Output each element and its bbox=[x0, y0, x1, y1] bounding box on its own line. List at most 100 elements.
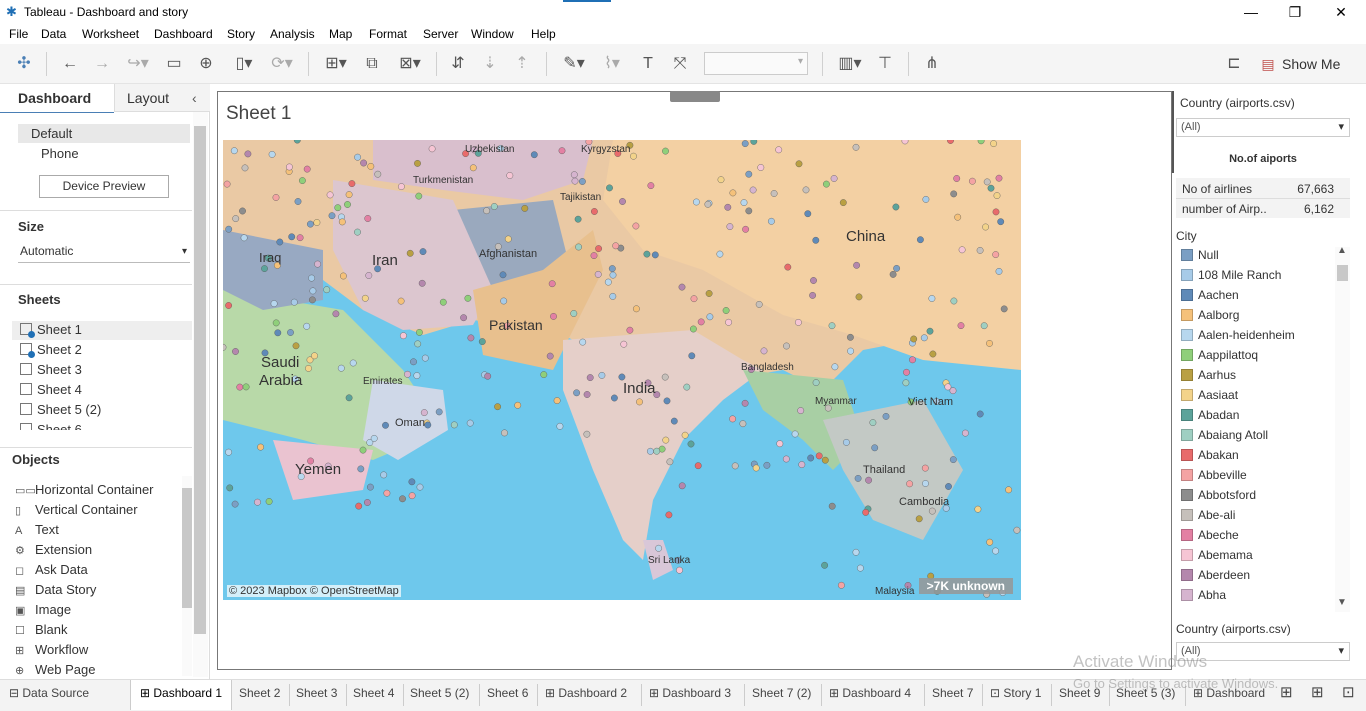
airport-marker[interactable] bbox=[357, 465, 365, 473]
airport-marker[interactable] bbox=[705, 290, 713, 297]
legend-item[interactable]: Aberdeen bbox=[1181, 568, 1250, 586]
airport-marker[interactable] bbox=[983, 178, 991, 186]
swap-rows-columns-icon[interactable]: ⇵ bbox=[446, 53, 470, 75]
airport-marker[interactable] bbox=[847, 333, 854, 341]
legend-item[interactable]: Aachen bbox=[1181, 288, 1239, 306]
airport-marker[interactable] bbox=[254, 498, 261, 506]
menu-file[interactable]: File bbox=[9, 27, 28, 41]
airport-marker[interactable] bbox=[692, 198, 700, 206]
airport-marker[interactable] bbox=[768, 217, 775, 225]
airport-marker[interactable] bbox=[662, 147, 669, 155]
airport-marker[interactable] bbox=[717, 176, 725, 184]
legend-item[interactable]: Aasiaat bbox=[1181, 388, 1238, 406]
airport-marker[interactable] bbox=[514, 401, 522, 409]
panel-scrollbar-track[interactable] bbox=[193, 112, 208, 677]
tab-dashboard-4[interactable]: ⊞ Dashboard 4 bbox=[829, 686, 911, 700]
airport-marker[interactable] bbox=[957, 322, 965, 330]
airport-marker[interactable] bbox=[862, 508, 870, 516]
pause-updates-icon[interactable]: ▯▾ bbox=[226, 53, 262, 75]
airport-marker[interactable] bbox=[308, 274, 316, 282]
show-me-icon[interactable]: ▤ bbox=[1258, 53, 1278, 75]
show-me-button[interactable]: Show Me bbox=[1282, 53, 1342, 75]
airport-marker[interactable] bbox=[293, 140, 301, 144]
airport-marker[interactable] bbox=[928, 507, 936, 515]
airport-marker[interactable] bbox=[464, 294, 472, 302]
airport-marker[interactable] bbox=[993, 192, 1001, 199]
airport-marker[interactable] bbox=[345, 394, 353, 402]
airport-marker[interactable] bbox=[307, 220, 314, 228]
airport-marker[interactable] bbox=[906, 480, 913, 488]
airport-marker[interactable] bbox=[610, 394, 618, 402]
airport-marker[interactable] bbox=[776, 440, 784, 448]
airport-marker[interactable] bbox=[745, 170, 753, 178]
airport-marker[interactable] bbox=[901, 140, 909, 145]
airport-marker[interactable] bbox=[980, 322, 988, 330]
airport-marker[interactable] bbox=[483, 207, 490, 215]
object-data-story[interactable]: ▤ Data Story bbox=[15, 582, 96, 597]
airport-marker[interactable] bbox=[506, 172, 514, 179]
airport-marker[interactable] bbox=[574, 215, 582, 223]
airport-marker[interactable] bbox=[230, 147, 238, 155]
tab-dashboard-2[interactable]: ⊞ Dashboard 2 bbox=[545, 686, 627, 700]
airport-marker[interactable] bbox=[783, 342, 790, 350]
airport-marker[interactable] bbox=[355, 502, 363, 510]
airport-marker[interactable] bbox=[688, 352, 696, 360]
scroll-up-icon[interactable]: ▲ bbox=[1337, 245, 1347, 256]
object-vertical-container[interactable]: ▯ Vertical Container bbox=[15, 502, 138, 517]
tab-dashboard-1[interactable]: ⊞ Dashboard 1 bbox=[140, 686, 222, 700]
airport-marker[interactable] bbox=[424, 421, 432, 429]
object-ask-data[interactable]: ◻ Ask Data bbox=[15, 562, 88, 577]
airport-marker[interactable] bbox=[583, 430, 591, 438]
airport-marker[interactable] bbox=[953, 175, 961, 182]
airport-marker[interactable] bbox=[240, 234, 248, 242]
menu-worksheet[interactable]: Worksheet bbox=[82, 27, 139, 41]
airport-marker[interactable] bbox=[469, 164, 477, 172]
airport-marker[interactable] bbox=[997, 218, 1005, 226]
airport-marker[interactable] bbox=[261, 265, 268, 273]
airport-marker[interactable] bbox=[706, 313, 714, 321]
airport-marker[interactable] bbox=[620, 340, 628, 348]
airport-marker[interactable] bbox=[854, 474, 862, 482]
airport-marker[interactable] bbox=[852, 143, 860, 151]
airport-marker[interactable] bbox=[893, 264, 900, 272]
device-preview-button[interactable]: Device Preview bbox=[39, 175, 169, 198]
airport-marker[interactable] bbox=[977, 140, 985, 145]
airport-marker[interactable] bbox=[917, 236, 924, 244]
airport-marker[interactable] bbox=[399, 495, 406, 503]
airport-marker[interactable] bbox=[1000, 305, 1008, 313]
airport-marker[interactable] bbox=[821, 456, 829, 464]
airport-marker[interactable] bbox=[630, 152, 637, 160]
airport-marker[interactable] bbox=[450, 421, 458, 429]
airport-marker[interactable] bbox=[413, 372, 421, 380]
airport-marker[interactable] bbox=[309, 296, 316, 304]
airport-marker[interactable] bbox=[370, 434, 378, 442]
airport-marker[interactable] bbox=[807, 454, 815, 462]
objects-scrollbar[interactable] bbox=[182, 476, 192, 676]
map-attribution[interactable]: © 2023 Mapbox © OpenStreetMap bbox=[227, 585, 401, 597]
airport-marker[interactable] bbox=[225, 302, 232, 309]
airport-marker[interactable] bbox=[812, 379, 820, 387]
airport-marker[interactable] bbox=[926, 327, 934, 335]
airport-marker[interactable] bbox=[750, 140, 758, 145]
airport-marker[interactable] bbox=[810, 277, 817, 284]
airport-marker[interactable] bbox=[570, 171, 578, 179]
sheet-item-3[interactable]: Sheet 3 bbox=[20, 362, 82, 377]
tab-dashboard-3[interactable]: ⊞ Dashboard 3 bbox=[649, 686, 731, 700]
airport-marker[interactable] bbox=[949, 456, 957, 463]
airport-marker[interactable] bbox=[558, 147, 566, 155]
airport-marker[interactable] bbox=[272, 319, 280, 327]
airport-marker[interactable] bbox=[902, 379, 910, 387]
airport-marker[interactable] bbox=[797, 407, 805, 414]
airport-marker[interactable] bbox=[303, 322, 311, 330]
airport-marker[interactable] bbox=[323, 286, 331, 294]
airport-marker[interactable] bbox=[504, 235, 512, 243]
airport-marker[interactable] bbox=[626, 326, 634, 334]
airport-marker[interactable] bbox=[944, 383, 952, 391]
sheet-item-4[interactable]: Sheet 4 bbox=[20, 382, 82, 397]
airport-marker[interactable] bbox=[583, 391, 591, 398]
airport-marker[interactable] bbox=[500, 297, 508, 305]
new-story-tab-icon[interactable]: ⊡ bbox=[1342, 683, 1355, 701]
airport-marker[interactable] bbox=[608, 265, 616, 273]
airport-marker[interactable] bbox=[716, 250, 724, 258]
airport-marker[interactable] bbox=[809, 291, 816, 299]
